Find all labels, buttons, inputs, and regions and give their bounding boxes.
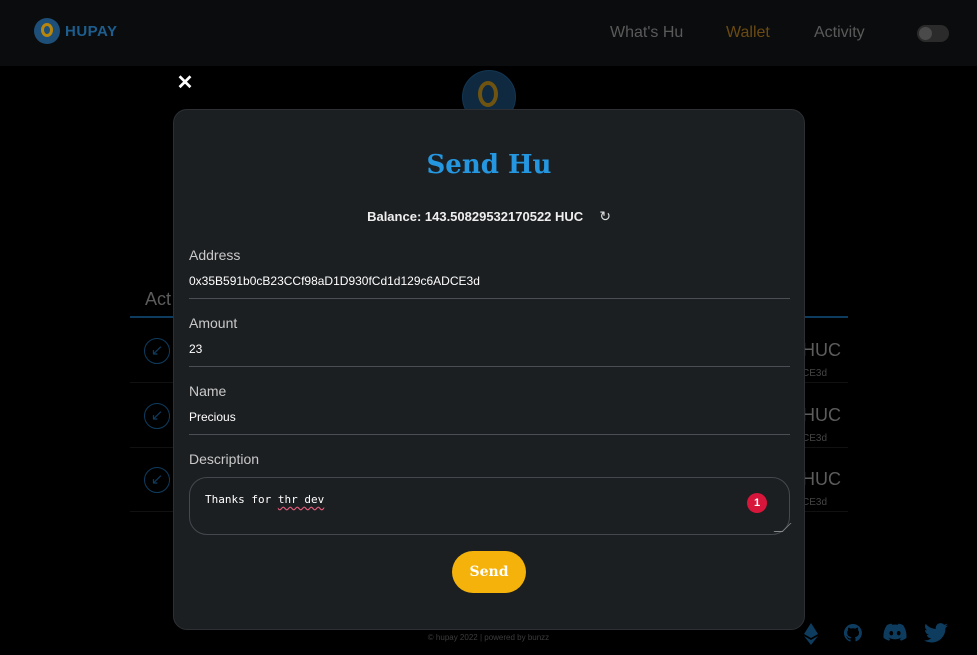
activity-tab[interactable]: Act xyxy=(145,289,171,310)
nav-activity[interactable]: Activity xyxy=(814,24,865,42)
description-label: Description xyxy=(189,451,260,467)
hupay-logo[interactable]: HUPAY xyxy=(34,18,118,44)
amount-underline xyxy=(189,366,790,367)
name-input[interactable]: Precious xyxy=(189,410,790,424)
logo-text: HUPAY xyxy=(65,22,118,40)
discord-icon[interactable] xyxy=(883,623,907,643)
description-textarea[interactable]: Thanks for thr dev 1 xyxy=(189,477,792,535)
ethereum-icon[interactable] xyxy=(804,623,818,645)
refresh-icon[interactable]: ↻ xyxy=(599,208,611,225)
theme-toggle[interactable] xyxy=(917,25,949,42)
name-label: Name xyxy=(189,383,227,399)
address-underline xyxy=(189,298,790,299)
close-icon[interactable]: ✕ xyxy=(175,73,195,93)
nav-whats-hu[interactable]: What's Hu xyxy=(610,24,683,42)
activity-amount: HUC xyxy=(802,469,841,489)
nav-wallet[interactable]: Wallet xyxy=(726,24,770,42)
description-text-prefix: Thanks for xyxy=(205,493,278,506)
amount-input[interactable]: 23 xyxy=(189,342,790,356)
amount-field[interactable]: Amount 23 xyxy=(189,315,790,356)
activity-amount: HUC xyxy=(802,340,841,360)
modal-title: Send Hu xyxy=(426,150,552,180)
activity-address: CE3d xyxy=(802,433,828,444)
resize-handle-icon[interactable] xyxy=(773,523,792,532)
top-navbar: HUPAY What's Hu Wallet Activity xyxy=(0,0,977,66)
balance-row: Balance: 143.50829532170522 HUC ↻ xyxy=(174,208,804,225)
address-field[interactable]: Address 0x35B591b0cB23CCf98aD1D930fCd1d1… xyxy=(189,247,790,288)
amount-label: Amount xyxy=(189,315,238,331)
balance-text: Balance: 143.50829532170522 HUC xyxy=(367,209,584,224)
name-underline xyxy=(189,434,790,435)
github-icon[interactable] xyxy=(843,623,863,643)
activity-address: CE3d xyxy=(802,497,828,508)
activity-amount: HUC xyxy=(802,405,841,425)
footer-text: © hupay 2022 | powered by bunzz xyxy=(427,633,550,642)
send-hu-modal: Send Hu Balance: 143.50829532170522 HUC … xyxy=(173,109,805,630)
address-input[interactable]: 0x35B591b0cB23CCf98aD1D930fCd1d129c6ADCE… xyxy=(189,274,790,288)
receive-arrow-icon: ↙ xyxy=(144,467,170,493)
receive-arrow-icon: ↙ xyxy=(144,403,170,429)
description-field: Description xyxy=(189,451,790,467)
receive-arrow-icon: ↙ xyxy=(144,338,170,364)
send-button[interactable]: Send xyxy=(452,551,526,593)
twitter-icon[interactable] xyxy=(924,623,948,643)
name-field[interactable]: Name Precious xyxy=(189,383,790,424)
misspelled-word[interactable]: thr dev xyxy=(278,493,324,506)
address-label: Address xyxy=(189,247,241,263)
hupay-logo-icon xyxy=(34,18,60,44)
activity-address: CE3d xyxy=(802,368,828,379)
spellcheck-badge[interactable]: 1 xyxy=(747,493,767,513)
description-text: Thanks for thr dev xyxy=(205,493,324,506)
